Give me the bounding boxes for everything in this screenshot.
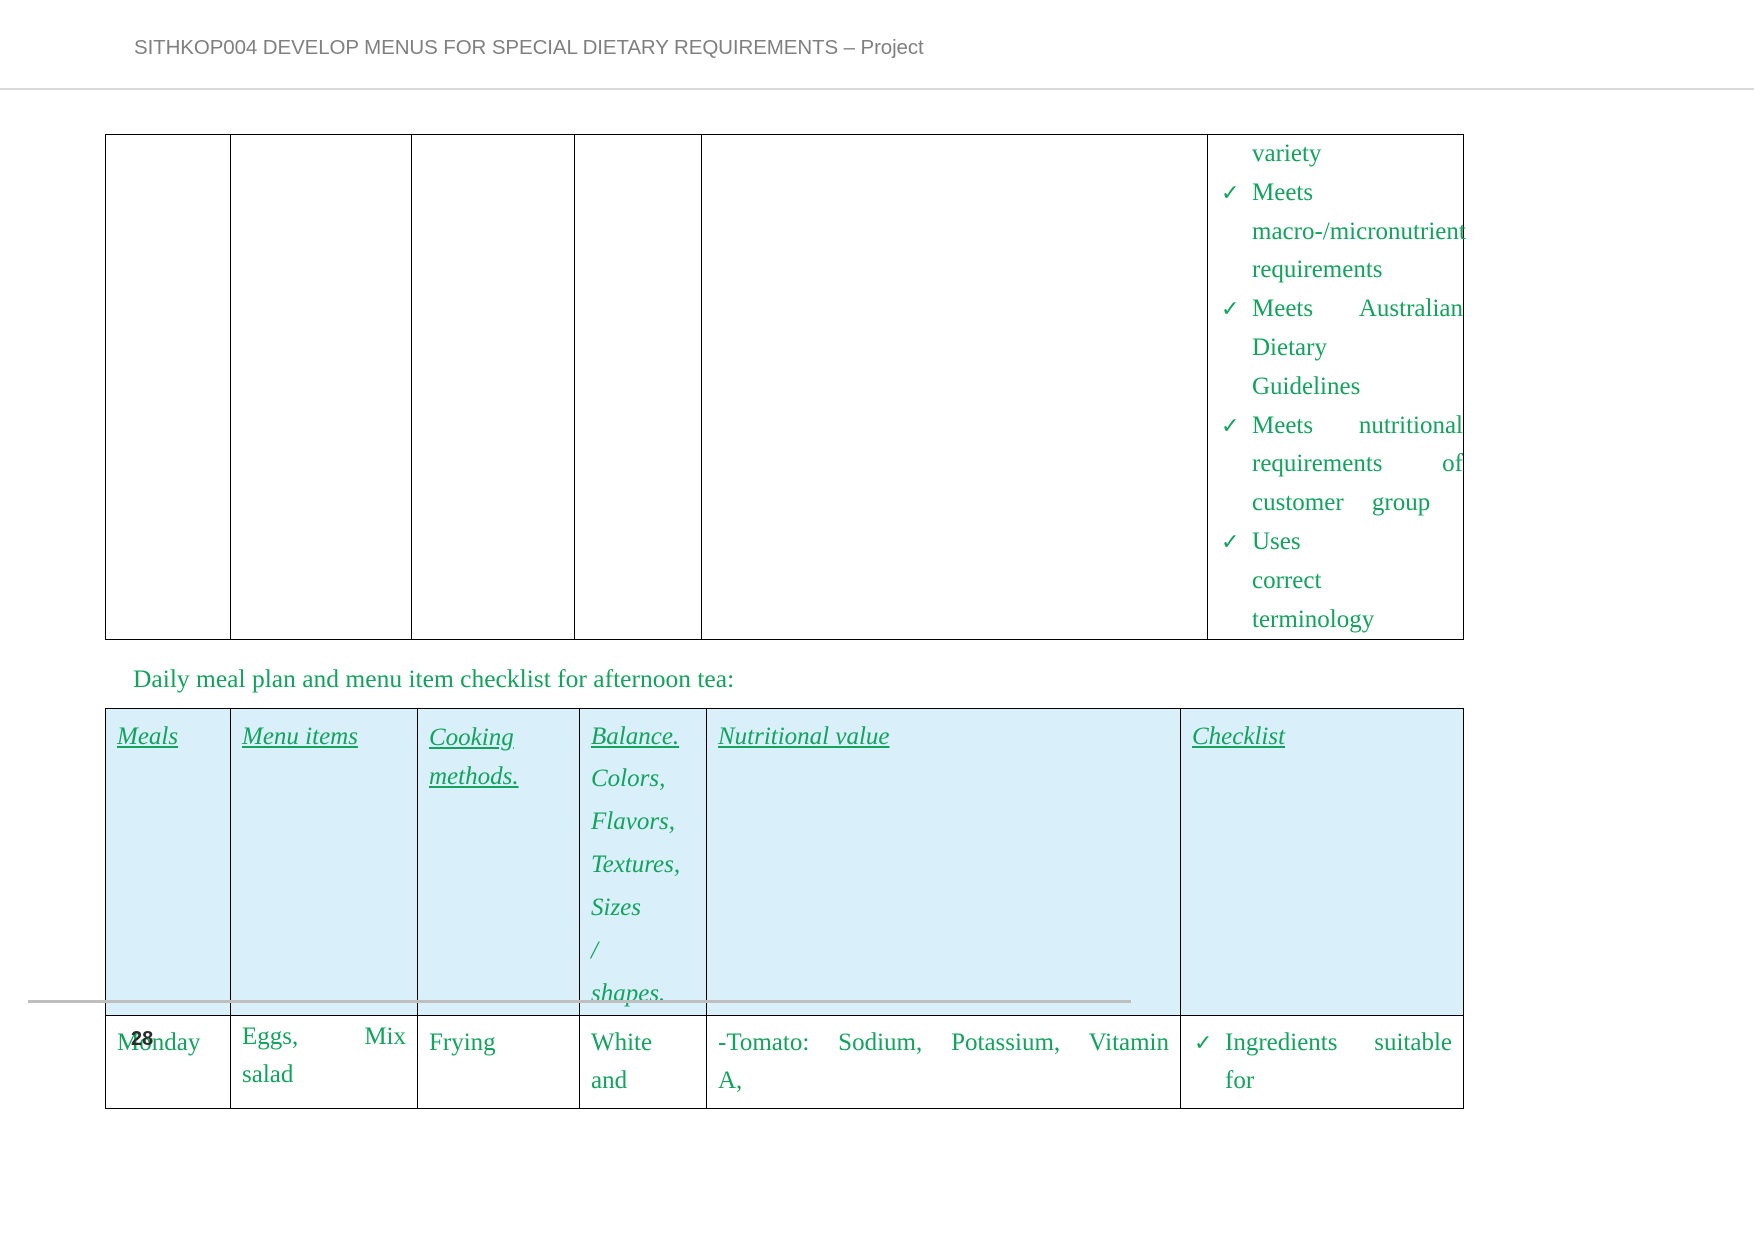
cell-cooking-methods: Frying bbox=[417, 1014, 580, 1109]
check-icon: ✓ bbox=[1221, 412, 1240, 438]
cell-nutritional-value-empty bbox=[701, 133, 1208, 641]
column-header-cooking-methods: Cooking methods. bbox=[417, 708, 580, 1016]
checklist: variety ✓ Meets macro-/micronutrient req… bbox=[1208, 135, 1466, 639]
cell-text: ✓ Ingredients suitable for bbox=[1181, 1016, 1463, 1108]
column-header-label: Meals bbox=[117, 723, 179, 750]
column-header-label: Cooking methods. bbox=[429, 724, 519, 790]
list-item: ✓ Meets Australian Dietary Guidelines bbox=[1208, 290, 1463, 406]
column-header-checklist: Checklist bbox=[1180, 708, 1464, 1016]
cell-meals-empty bbox=[105, 133, 231, 641]
cell-text: -Tomato: Sodium, Potassium, Vitamin A, bbox=[718, 1028, 1169, 1094]
column-header-meals: Meals bbox=[105, 708, 231, 1016]
continued-criteria-table: variety ✓ Meets macro-/micronutrient req… bbox=[105, 133, 1466, 641]
column-header-label: Balance. bbox=[591, 723, 680, 750]
cell-text: Frying bbox=[429, 1028, 496, 1056]
document-header-title: SITHKOP004 DEVELOP MENUS FOR SPECIAL DIE… bbox=[134, 36, 924, 59]
cell-balance: White and bbox=[579, 1014, 707, 1109]
cell-text bbox=[106, 129, 126, 158]
cell-menu-items: Eggs, Mix salad bbox=[230, 1014, 418, 1109]
checklist-item-label: Ingredients suitable for bbox=[1225, 1028, 1452, 1094]
column-header-balance: Balance. Colors, Flavors, Textures, Size… bbox=[579, 708, 707, 1016]
column-header-label: Nutritional value bbox=[718, 723, 890, 750]
column-header-label: Menu items bbox=[242, 723, 358, 750]
cell-balance-empty bbox=[574, 133, 702, 641]
header-divider bbox=[0, 88, 1754, 90]
list-item: ✓ Meets nutritional requirements of cust… bbox=[1208, 407, 1463, 523]
column-header-sub-textures: Textures, bbox=[591, 850, 681, 878]
cell-text bbox=[575, 129, 595, 158]
cell-text: Monday bbox=[117, 1028, 201, 1056]
footer-divider bbox=[28, 1000, 1131, 1003]
cell-cooking-methods-empty bbox=[411, 133, 575, 641]
check-icon: ✓ bbox=[1221, 179, 1240, 205]
cell-menu-items-empty bbox=[230, 133, 412, 641]
checklist-item-label: Meets nutritional requirements of custom… bbox=[1252, 411, 1463, 517]
column-header-label: Checklist bbox=[1192, 723, 1286, 750]
column-header-sub-shapes: shapes. bbox=[591, 979, 666, 1007]
table-row: Monday Eggs, Mix salad Frying White and … bbox=[105, 1014, 1464, 1109]
check-icon: ✓ bbox=[1221, 296, 1240, 322]
list-item: ✓ Uses correct terminology bbox=[1208, 523, 1463, 639]
column-header-sub-sizes: Sizes / bbox=[591, 893, 641, 964]
cell-nutritional-value: -Tomato: Sodium, Potassium, Vitamin A, bbox=[706, 1014, 1181, 1109]
column-header-nutritional-value: Nutritional value bbox=[706, 708, 1181, 1016]
cell-checklist: variety ✓ Meets macro-/micronutrient req… bbox=[1207, 133, 1466, 641]
checklist-item-label: Meets Australian Dietary Guidelines bbox=[1252, 295, 1463, 400]
cell-text: Eggs, Mix salad bbox=[242, 1022, 406, 1088]
afternoon-tea-table: Meals Menu items Cooking methods. Balanc… bbox=[105, 708, 1464, 1109]
cell-text bbox=[412, 129, 432, 158]
cell-text: White and bbox=[591, 1028, 653, 1094]
column-header-sub-flavors: Flavors, bbox=[591, 807, 676, 835]
checklist-item-label: Uses correct terminology bbox=[1252, 527, 1375, 633]
table-row: variety ✓ Meets macro-/micronutrient req… bbox=[105, 133, 1466, 641]
checklist-continuation-line: variety bbox=[1252, 140, 1322, 167]
check-icon: ✓ bbox=[1194, 1029, 1213, 1055]
page-header: SITHKOP004 DEVELOP MENUS FOR SPECIAL DIE… bbox=[0, 0, 1754, 90]
column-header-menu-items: Menu items bbox=[230, 708, 418, 1016]
cell-meals: Monday bbox=[105, 1014, 231, 1109]
list-item: ✓ Meets macro-/micronutrient requirement… bbox=[1208, 174, 1466, 290]
cell-text bbox=[231, 129, 251, 158]
column-header-sub-colors: Colors, bbox=[591, 764, 666, 792]
checklist-item-label: Meets macro-/micronutrient requirements bbox=[1252, 178, 1466, 284]
table-header-row: Meals Menu items Cooking methods. Balanc… bbox=[105, 708, 1464, 1016]
cell-text bbox=[702, 129, 722, 158]
table-caption: Daily meal plan and menu item checklist … bbox=[133, 664, 735, 693]
cell-checklist: ✓ Ingredients suitable for bbox=[1180, 1014, 1464, 1109]
page-number: 28 bbox=[131, 1028, 154, 1050]
check-icon: ✓ bbox=[1221, 528, 1240, 554]
